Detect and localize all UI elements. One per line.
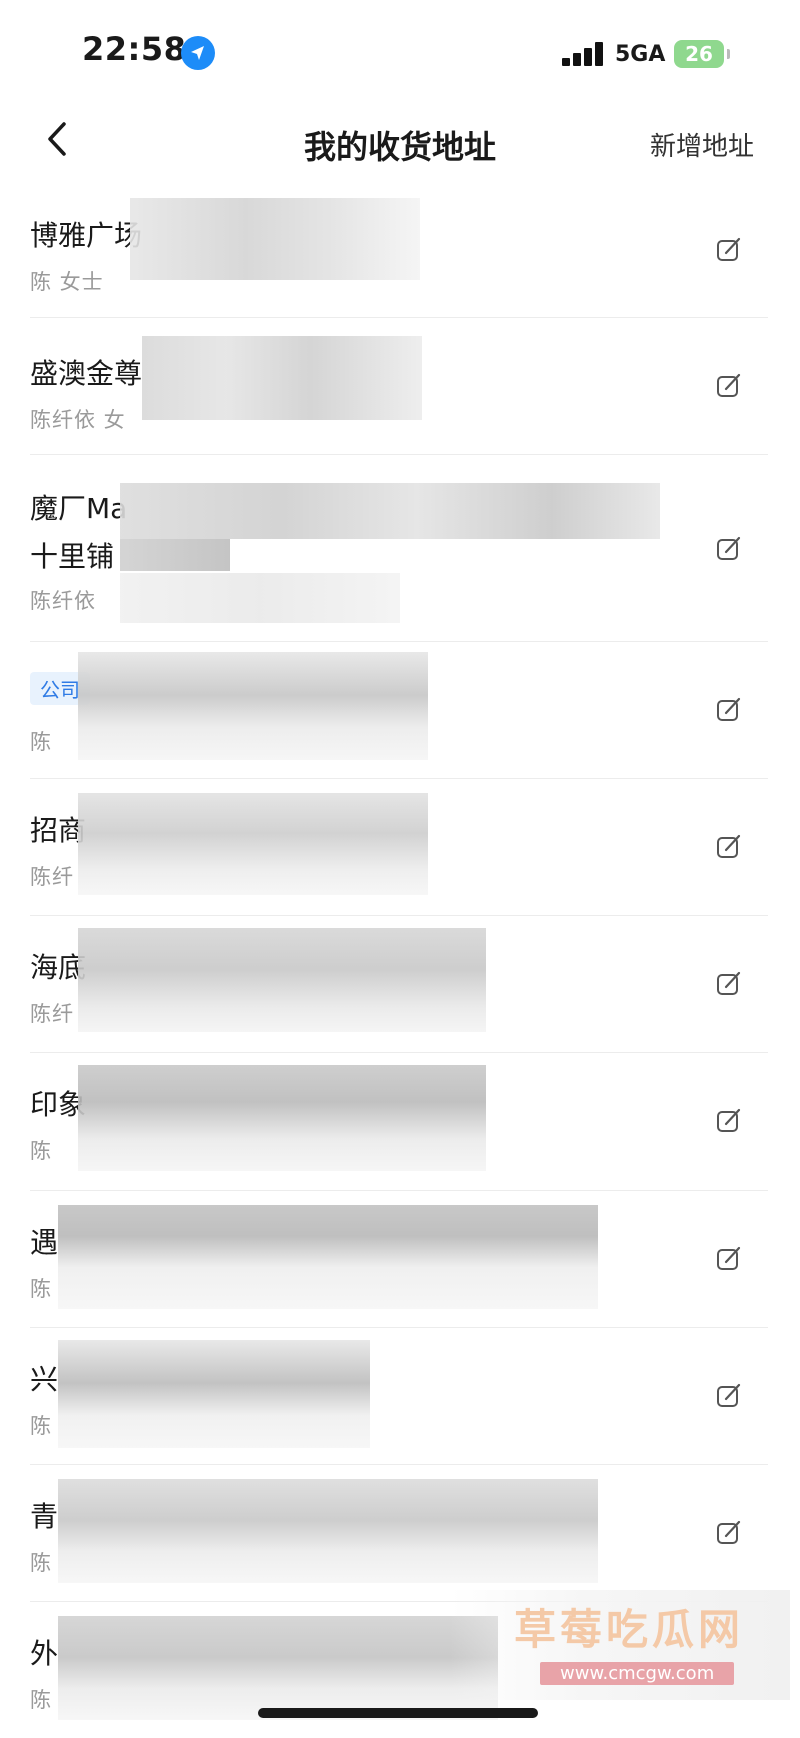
address-line: 博雅广场 — [30, 219, 143, 252]
privacy-mosaic — [58, 1205, 598, 1309]
address-line: 外 — [30, 1637, 59, 1670]
status-bar: 22:58 5GA 26 — [0, 0, 800, 100]
address-row[interactable]: 海底 陈纤 — [30, 916, 768, 1053]
address-row[interactable]: 盛澳金尊 陈纤依 女 — [30, 318, 768, 455]
contact-meta: 陈 女士 — [30, 270, 104, 294]
edit-icon[interactable] — [714, 694, 744, 724]
address-line: 兴 — [30, 1363, 59, 1396]
address-list: 博雅广场 陈 女士 盛澳金尊 陈纤依 女 魔厂Ma 十里铺 陈纤依 公司 陈 招… — [30, 180, 768, 1738]
edit-icon[interactable] — [714, 831, 744, 861]
address-row[interactable]: 印象 陈 — [30, 1053, 768, 1191]
cellular-signal-icon — [562, 42, 606, 66]
nav-bar: 我的收货地址 新增地址 — [0, 100, 800, 180]
address-line-2: 十里铺 — [30, 540, 115, 573]
watermark: 草莓吃瓜网 www.cmcgw.com — [450, 1590, 790, 1700]
add-address-button[interactable]: 新增地址 — [650, 126, 754, 163]
location-arrow-icon — [181, 36, 215, 70]
privacy-mosaic — [58, 1340, 370, 1448]
edit-icon[interactable] — [714, 1380, 744, 1410]
edit-icon[interactable] — [714, 1243, 744, 1273]
contact-meta: 陈 — [30, 730, 52, 754]
contact-meta: 陈 — [30, 1688, 52, 1712]
address-line: 青 — [30, 1500, 59, 1533]
contact-meta: 陈纤依 — [30, 589, 96, 613]
watermark-title: 草莓吃瓜网 — [514, 1605, 745, 1654]
edit-icon[interactable] — [714, 234, 744, 264]
privacy-mosaic — [58, 1479, 598, 1583]
privacy-mosaic — [78, 928, 486, 1032]
address-row[interactable]: 青 陈 — [30, 1465, 768, 1602]
contact-meta: 陈 — [30, 1551, 52, 1575]
home-indicator[interactable] — [258, 1708, 538, 1718]
contact-meta: 陈 — [30, 1139, 52, 1163]
address-row[interactable]: 公司 陈 — [30, 642, 768, 779]
address-line: 遇 — [30, 1226, 59, 1259]
privacy-mosaic — [78, 1065, 486, 1171]
address-line: 魔厂Ma — [30, 492, 128, 525]
contact-meta: 陈纤 — [30, 865, 74, 889]
privacy-mosaic — [120, 573, 400, 623]
edit-icon[interactable] — [714, 1517, 744, 1547]
edit-icon[interactable] — [714, 1105, 744, 1135]
edit-icon[interactable] — [714, 533, 744, 563]
privacy-mosaic — [58, 1616, 498, 1720]
edit-icon[interactable] — [714, 370, 744, 400]
privacy-mosaic — [78, 793, 428, 895]
watermark-url: www.cmcgw.com — [540, 1662, 735, 1685]
status-time: 22:58 — [82, 30, 187, 68]
privacy-mosaic — [78, 652, 428, 760]
privacy-mosaic — [130, 198, 420, 280]
address-row[interactable]: 遇 陈 — [30, 1191, 768, 1328]
privacy-mosaic — [120, 483, 660, 539]
battery-icon: 26 — [674, 40, 730, 68]
contact-meta: 陈 — [30, 1277, 52, 1301]
contact-meta: 陈纤依 女 — [30, 408, 126, 432]
edit-icon[interactable] — [714, 968, 744, 998]
privacy-mosaic — [120, 539, 230, 571]
address-row[interactable]: 博雅广场 陈 女士 — [30, 180, 768, 318]
privacy-mosaic — [142, 336, 422, 420]
network-type: 5GA — [615, 42, 666, 67]
contact-meta: 陈纤 — [30, 1002, 74, 1026]
contact-meta: 陈 — [30, 1414, 52, 1438]
address-line: 盛澳金尊 — [30, 357, 143, 390]
address-row[interactable]: 兴 陈 — [30, 1328, 768, 1465]
address-row[interactable]: 魔厂Ma 十里铺 陈纤依 — [30, 455, 768, 642]
address-row[interactable]: 招商 陈纤 — [30, 779, 768, 916]
